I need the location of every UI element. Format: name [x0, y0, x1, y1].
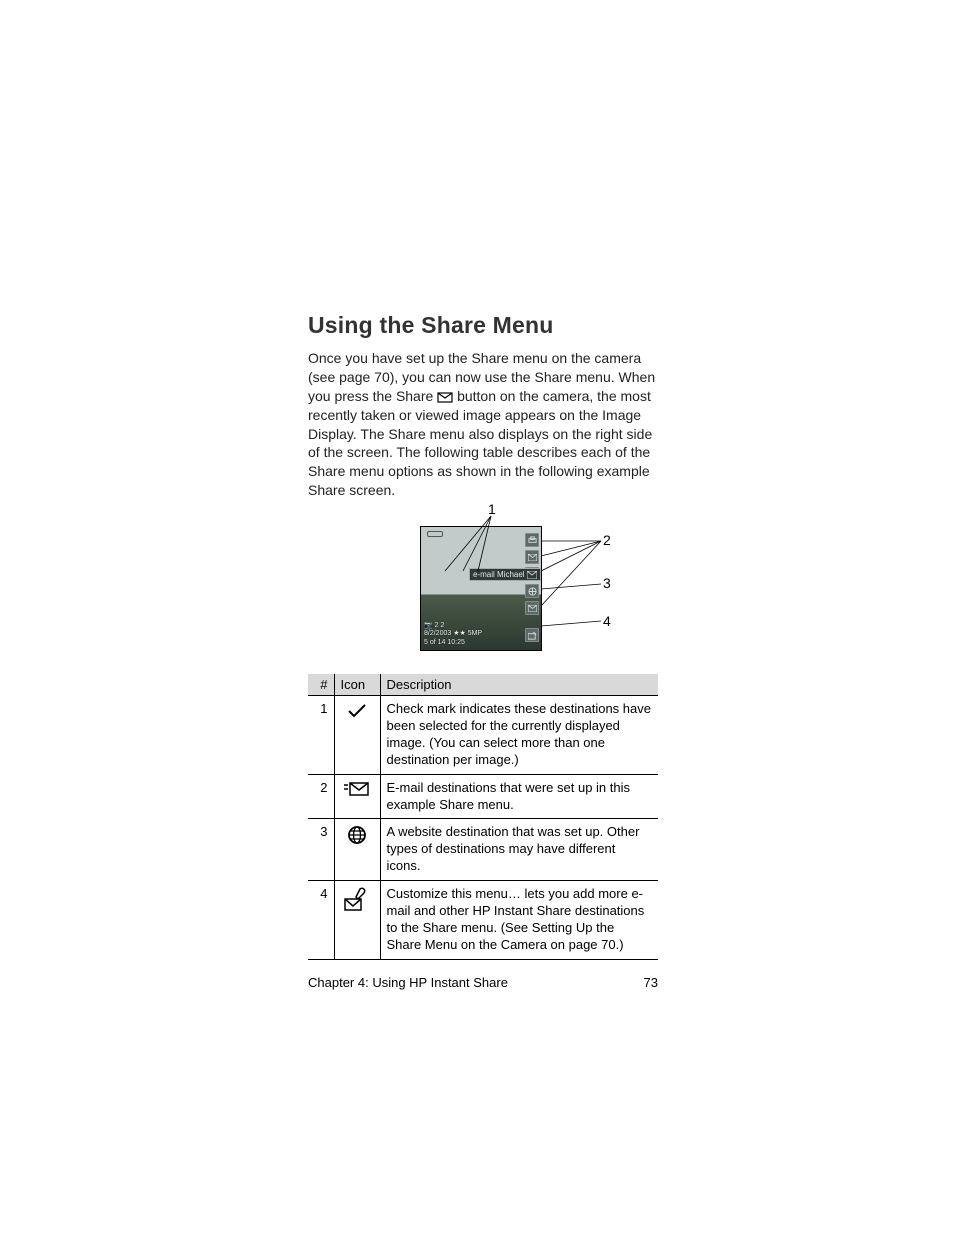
folder-icon [427, 531, 443, 537]
callout-3: 3 [603, 575, 611, 591]
camera-screen: e-mail Michael 📷 2 2 8/2/2003 ★★ 5MP 5 o… [420, 526, 542, 651]
share-side-icons [525, 533, 539, 642]
share-envelope-icon [437, 392, 453, 403]
globe-icon [525, 584, 539, 598]
printer-icon [525, 533, 539, 547]
icon-description-table: # Icon Description 1 Check mark indicate… [308, 674, 658, 960]
callout-2: 2 [603, 532, 611, 548]
share-screen-figure: e-mail Michael 📷 2 2 8/2/2003 ★★ 5MP 5 o… [308, 506, 658, 656]
mail-icon [525, 550, 539, 564]
customize-menu-icon [334, 881, 380, 960]
chapter-label: Chapter 4: Using HP Instant Share [308, 975, 508, 990]
intro-paragraph: Once you have set up the Share menu on t… [308, 349, 658, 500]
caption-area: 📷 2 2 8/2/2003 ★★ 5MP 5 of 14 10:25 [424, 622, 482, 647]
th-desc: Description [380, 674, 658, 696]
table-row: 2 E-mail destinations that were set up i… [308, 774, 658, 819]
check-icon [334, 696, 380, 775]
globe-icon [334, 819, 380, 881]
th-num: # [308, 674, 334, 696]
email-label: e-mail Michael [469, 568, 541, 581]
email-icon [334, 774, 380, 819]
table-row: 3 A website destination that was set up.… [308, 819, 658, 881]
mail-small-icon [527, 571, 537, 579]
customize-icon [525, 628, 539, 642]
callout-1: 1 [488, 501, 496, 517]
table-row: 4 Customize this menu… lets you add more… [308, 881, 658, 960]
page-footer: Chapter 4: Using HP Instant Share 73 [308, 975, 658, 990]
page-number: 73 [644, 975, 658, 990]
table-row: 1 Check mark indicates these destination… [308, 696, 658, 775]
page-content: Using the Share Menu Once you have set u… [308, 312, 658, 960]
callout-4: 4 [603, 613, 611, 629]
mail-icon-3 [525, 601, 539, 615]
section-heading: Using the Share Menu [308, 312, 658, 339]
th-icon: Icon [334, 674, 380, 696]
